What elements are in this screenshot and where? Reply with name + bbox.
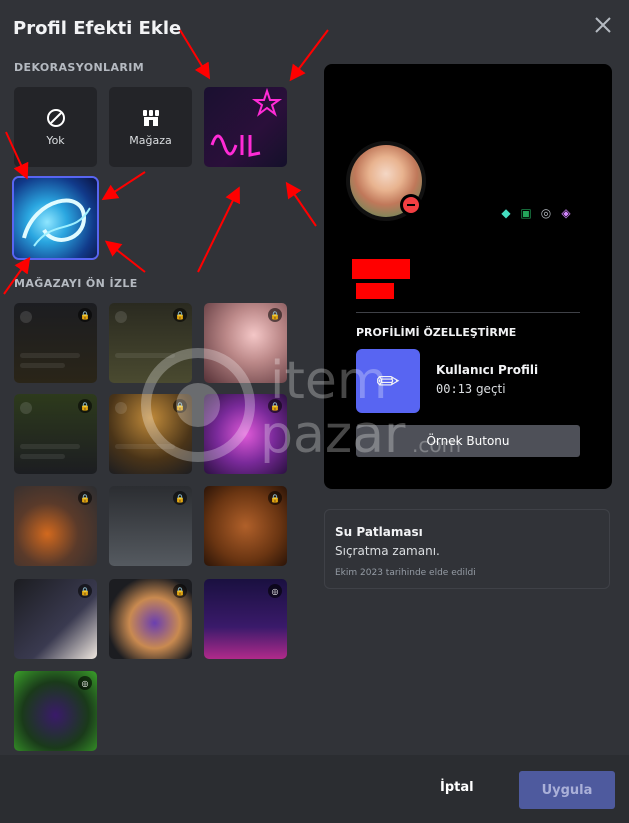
sample-button[interactable]: Örnek Butonu [356, 425, 580, 457]
customize-title: PROFİLİMİ ÖZELLEŞTİRME [356, 326, 517, 339]
close-icon[interactable] [592, 14, 614, 36]
lock-icon: 🔒 [268, 399, 282, 413]
activity-name: Kullanıcı Profili [436, 363, 539, 377]
shop-effect-tile[interactable]: 🔒 [14, 579, 97, 659]
lock-icon: 🔒 [268, 308, 282, 322]
effect-name: Su Patlaması [335, 525, 423, 539]
arrow [179, 29, 211, 80]
apply-button[interactable]: Uygula [519, 771, 615, 809]
shop-effect-tile[interactable]: 🔒 [204, 303, 287, 383]
effect-info-card: Su Patlaması Sıçratma zamanı. Ekim 2023 … [324, 509, 610, 589]
redacted-username [352, 259, 410, 279]
arrow [197, 186, 240, 273]
neon-star-icon [210, 87, 283, 157]
arrow [285, 181, 317, 227]
ban-icon [46, 108, 65, 127]
dnd-status-icon [400, 194, 422, 216]
owned-effect-neon-tile[interactable] [204, 87, 287, 167]
activity-time: 00:13 geçti [436, 382, 506, 396]
arrow [104, 240, 146, 273]
profile-preview-card: ◆ ▣ ◎ ◈ PROFİLİMİ ÖZELLEŞTİRME ✏ Kullanı… [324, 64, 612, 489]
shop-tile[interactable]: Mağaza [109, 87, 192, 167]
lock-icon: 🔒 [173, 491, 187, 505]
lock-icon: 🔒 [173, 308, 187, 322]
shop-effect-tile[interactable]: 🔒 [204, 394, 287, 474]
arrow [101, 171, 146, 201]
shop-effect-tile[interactable]: 🔒 [14, 394, 97, 474]
lock-icon: 🔒 [78, 399, 92, 413]
divider [356, 312, 580, 313]
lock-icon: 🔒 [78, 491, 92, 505]
modal-footer: İptal Uygula [0, 755, 629, 823]
active-dev-badge-icon: ▣ [520, 206, 532, 220]
badges: ◆ ▣ ◎ ◈ [498, 205, 574, 221]
owned-effect-water-tile[interactable] [14, 178, 97, 258]
shop-effect-tile[interactable]: 🔒 [204, 486, 287, 566]
shop-preview-label: MAĞAZAYI ÖN İZLE [14, 277, 138, 290]
nitro-badge-icon: ◎ [540, 206, 552, 220]
redacted-tag [356, 283, 394, 299]
shop-effect-tile[interactable]: 🔒 [109, 579, 192, 659]
shop-effect-tile[interactable]: ◎ [14, 671, 97, 751]
boost-badge-icon: ◈ [561, 206, 571, 220]
arrow [289, 29, 329, 82]
shop-effect-tile[interactable]: 🔒 [109, 394, 192, 474]
shop-effect-tile[interactable]: 🔒 [109, 486, 192, 566]
nitro-icon: ◎ [78, 676, 92, 690]
shop-icon [142, 109, 159, 126]
none-label: Yok [46, 133, 65, 147]
effect-acquired-date: Ekim 2023 tarihinde elde edildi [335, 568, 476, 578]
shop-effect-tile[interactable]: 🔒 [14, 303, 97, 383]
lock-icon: 🔒 [78, 308, 92, 322]
shop-effect-tile[interactable]: 🔒 [109, 303, 192, 383]
none-tile[interactable]: Yok [14, 87, 97, 167]
hypesquad-badge-icon: ◆ [501, 206, 511, 220]
pencil-icon: ✏ [356, 349, 420, 413]
lock-icon: 🔒 [173, 399, 187, 413]
shop-effect-tile[interactable]: 🔒 [14, 486, 97, 566]
lock-icon: 🔒 [78, 584, 92, 598]
cancel-button[interactable]: İptal [440, 780, 474, 795]
nitro-icon: ◎ [268, 584, 282, 598]
shop-label: Mağaza [129, 133, 172, 147]
water-splash-icon [22, 198, 91, 247]
lock-icon: 🔒 [173, 584, 187, 598]
effect-description: Sıçratma zamanı. [335, 544, 440, 558]
shop-effect-tile[interactable]: ◎ [204, 579, 287, 659]
lock-icon: 🔒 [268, 491, 282, 505]
my-decorations-label: DEKORASYONLARIM [14, 61, 145, 74]
modal-title: Profil Efekti Ekle [13, 18, 182, 39]
